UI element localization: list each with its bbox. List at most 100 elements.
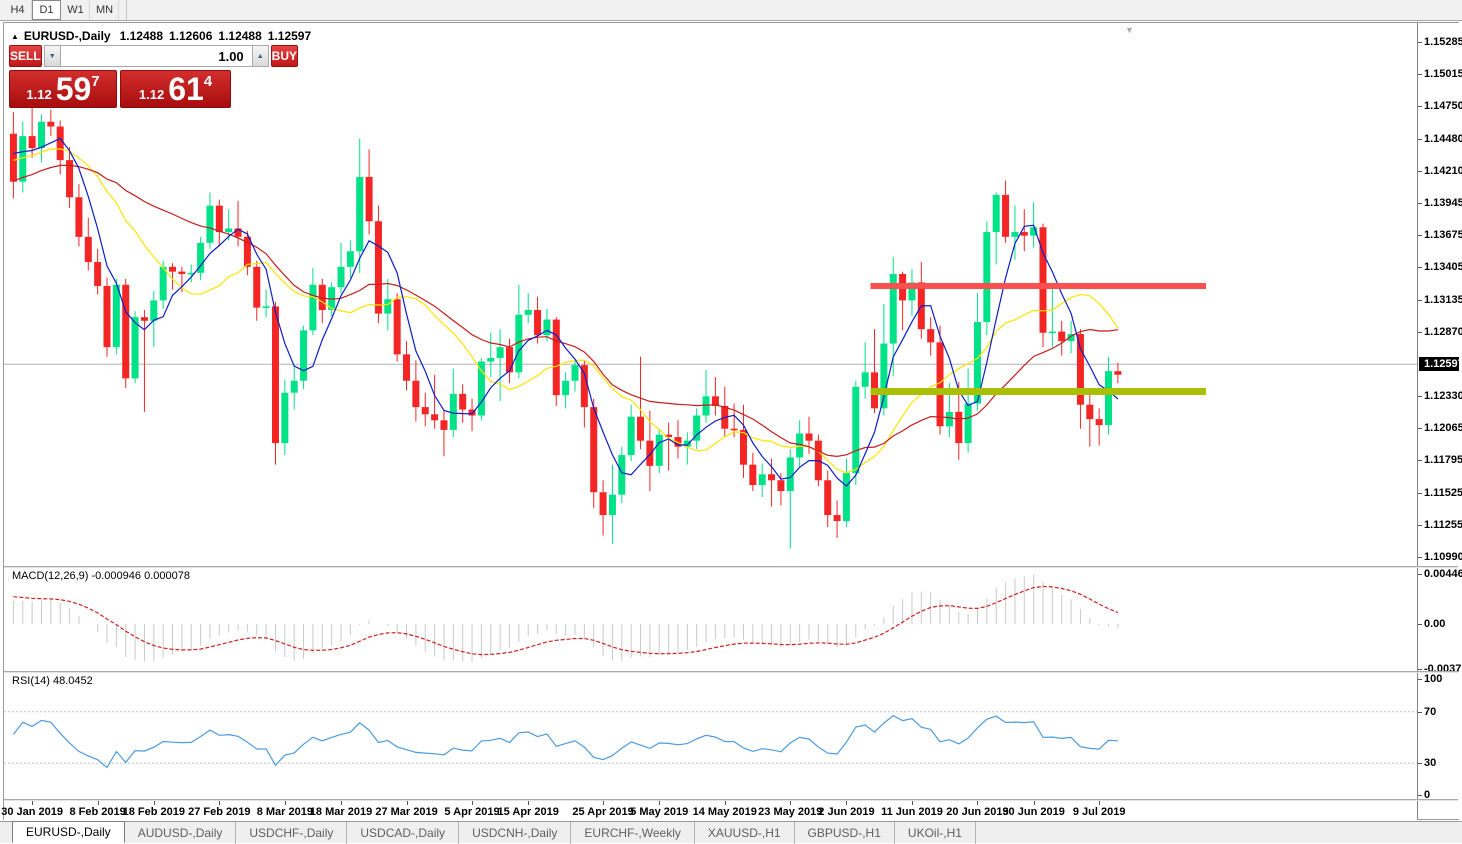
price-axis-label: 1.12870 [1424,326,1462,338]
buy-price-big: 61 [168,71,204,107]
volume-increase-button[interactable]: ▲ [252,45,269,67]
quote-close: 1.12597 [268,29,311,43]
date-label: 5 May 2019 [630,806,688,818]
date-tick [1034,801,1035,805]
date-label: 30 Jun 2019 [1002,806,1064,818]
date-tick [528,801,529,805]
macd-label: MACD(12,26,9) -0.000946 0.000078 [12,570,190,582]
sell-button[interactable]: SELL [9,45,42,67]
price-axis-label: 1.12065 [1424,422,1462,434]
sell-price-big: 59 [56,71,92,107]
volume-input[interactable] [61,45,252,67]
date-label: 5 Apr 2019 [444,806,499,818]
axis-tick [1418,795,1422,796]
timeframe-button-w1[interactable]: W1 [61,0,90,20]
chart-tab-eurusd[interactable]: EURUSD-,Daily [12,821,125,843]
price-axis-label: 1.14750 [1424,100,1462,112]
date-label: 27 Mar 2019 [375,806,437,818]
date-tick [341,801,342,805]
axis-tick [1418,171,1422,172]
date-tick [407,801,408,805]
collapse-icon[interactable]: ▲ [11,32,19,41]
price-axis-label: 1.10990 [1424,551,1462,563]
sell-price-button[interactable]: 1.12 59 7 [9,70,117,108]
timeframe-button-mn[interactable]: MN [90,0,119,20]
chart-tab-eurchf[interactable]: EURCHF-,Weekly [571,822,694,844]
price-axis-label: 1.15015 [1424,68,1462,80]
axis-tick [1418,679,1422,680]
date-label: 2 Jun 2019 [818,806,874,818]
date-tick [1099,801,1100,805]
axis-tick [1418,106,1422,107]
chart-tab-usdcad[interactable]: USDCAD-,Daily [347,822,459,844]
timeframe-toolbar: H4D1W1MN [0,0,1462,21]
date-tick [790,801,791,805]
rsi-chart[interactable] [4,673,1417,799]
axis-tick [1418,493,1422,494]
date-label: 27 Feb 2019 [188,806,250,818]
toolbar-separator [126,0,127,20]
axis-tick [1418,624,1422,625]
volume-decrease-button[interactable]: ▼ [44,45,61,67]
buy-button[interactable]: BUY [271,45,298,67]
rsi-axis-label: 100 [1424,673,1442,685]
date-label: 11 Jun 2019 [881,806,943,818]
chart-tab-ukoil[interactable]: UKOil-,H1 [895,822,976,844]
date-label: 8 Mar 2019 [257,806,313,818]
price-axis: 1.152851.150151.147501.144801.142101.139… [1417,23,1459,819]
rsi-axis-label: 30 [1424,757,1436,769]
chart-window[interactable]: ▲ EURUSD-,Daily 1.12488 1.12606 1.12488 … [3,22,1459,820]
date-label: 23 May 2019 [758,806,822,818]
date-label: 30 Jan 2019 [1,806,63,818]
timeframe-button-d1[interactable]: D1 [32,0,61,20]
chart-tabs-bar: EURUSD-,DailyAUDUSD-,DailyUSDCHF-,DailyU… [0,821,1462,843]
date-tick [846,801,847,805]
quote-low: 1.12488 [218,29,261,43]
axis-tick [1418,267,1422,268]
date-label: 14 May 2019 [693,806,757,818]
sell-price-sup: 7 [91,71,99,90]
chart-tab-gbpusd[interactable]: GBPUSD-,H1 [795,822,895,844]
panel-separator[interactable] [4,671,1458,673]
price-axis-label: 1.13405 [1424,261,1462,273]
date-tick [977,801,978,805]
date-tick [285,801,286,805]
chart-title: ▲ EURUSD-,Daily 1.12488 1.12606 1.12488 … [11,29,317,43]
date-label: 18 Feb 2019 [123,806,185,818]
date-tick [219,801,220,805]
axis-tick [1418,203,1422,204]
date-axis: 30 Jan 2019 8 Feb 201918 Feb 201927 Feb 2… [4,801,1417,821]
axis-tick [1418,712,1422,713]
date-tick [98,801,99,805]
axis-tick [1418,235,1422,236]
price-axis-label: 1.12330 [1424,390,1462,402]
panel-separator[interactable] [4,799,1458,801]
chart-tab-xauusd[interactable]: XAUUSD-,H1 [695,822,795,844]
buy-price-sup: 4 [204,71,212,90]
date-label: 9 Jul 2019 [1073,806,1126,818]
axis-tick [1418,574,1422,575]
date-tick [32,801,33,805]
axis-tick [1418,74,1422,75]
current-price-tag: 1.12597 [1419,357,1459,371]
chart-tab-usdcnh[interactable]: USDCNH-,Daily [459,822,571,844]
macd-chart[interactable] [4,568,1417,671]
panel-separator[interactable] [4,566,1458,568]
date-label: 8 Feb 2019 [69,806,125,818]
date-label: 15 Apr 2019 [498,806,559,818]
scroll-to-end-icon[interactable]: ▼ [1125,25,1134,35]
macd-axis-label: 0.00 [1424,618,1445,630]
buy-price-button[interactable]: 1.12 61 4 [120,70,231,108]
price-axis-label: 1.14210 [1424,165,1462,177]
axis-tick [1418,300,1422,301]
date-tick [472,801,473,805]
chart-tab-audusd[interactable]: AUDUSD-,Daily [125,822,237,844]
timeframe-button-h4[interactable]: H4 [3,0,32,20]
price-axis-label: 1.11525 [1424,487,1462,499]
date-tick [603,801,604,805]
volume-stepper: ▼ ▲ [44,45,269,67]
buy-price-prefix: 1.12 [139,87,164,107]
date-tick [725,801,726,805]
chart-tab-usdchf[interactable]: USDCHF-,Daily [236,822,347,844]
quote-open: 1.12488 [120,29,163,43]
